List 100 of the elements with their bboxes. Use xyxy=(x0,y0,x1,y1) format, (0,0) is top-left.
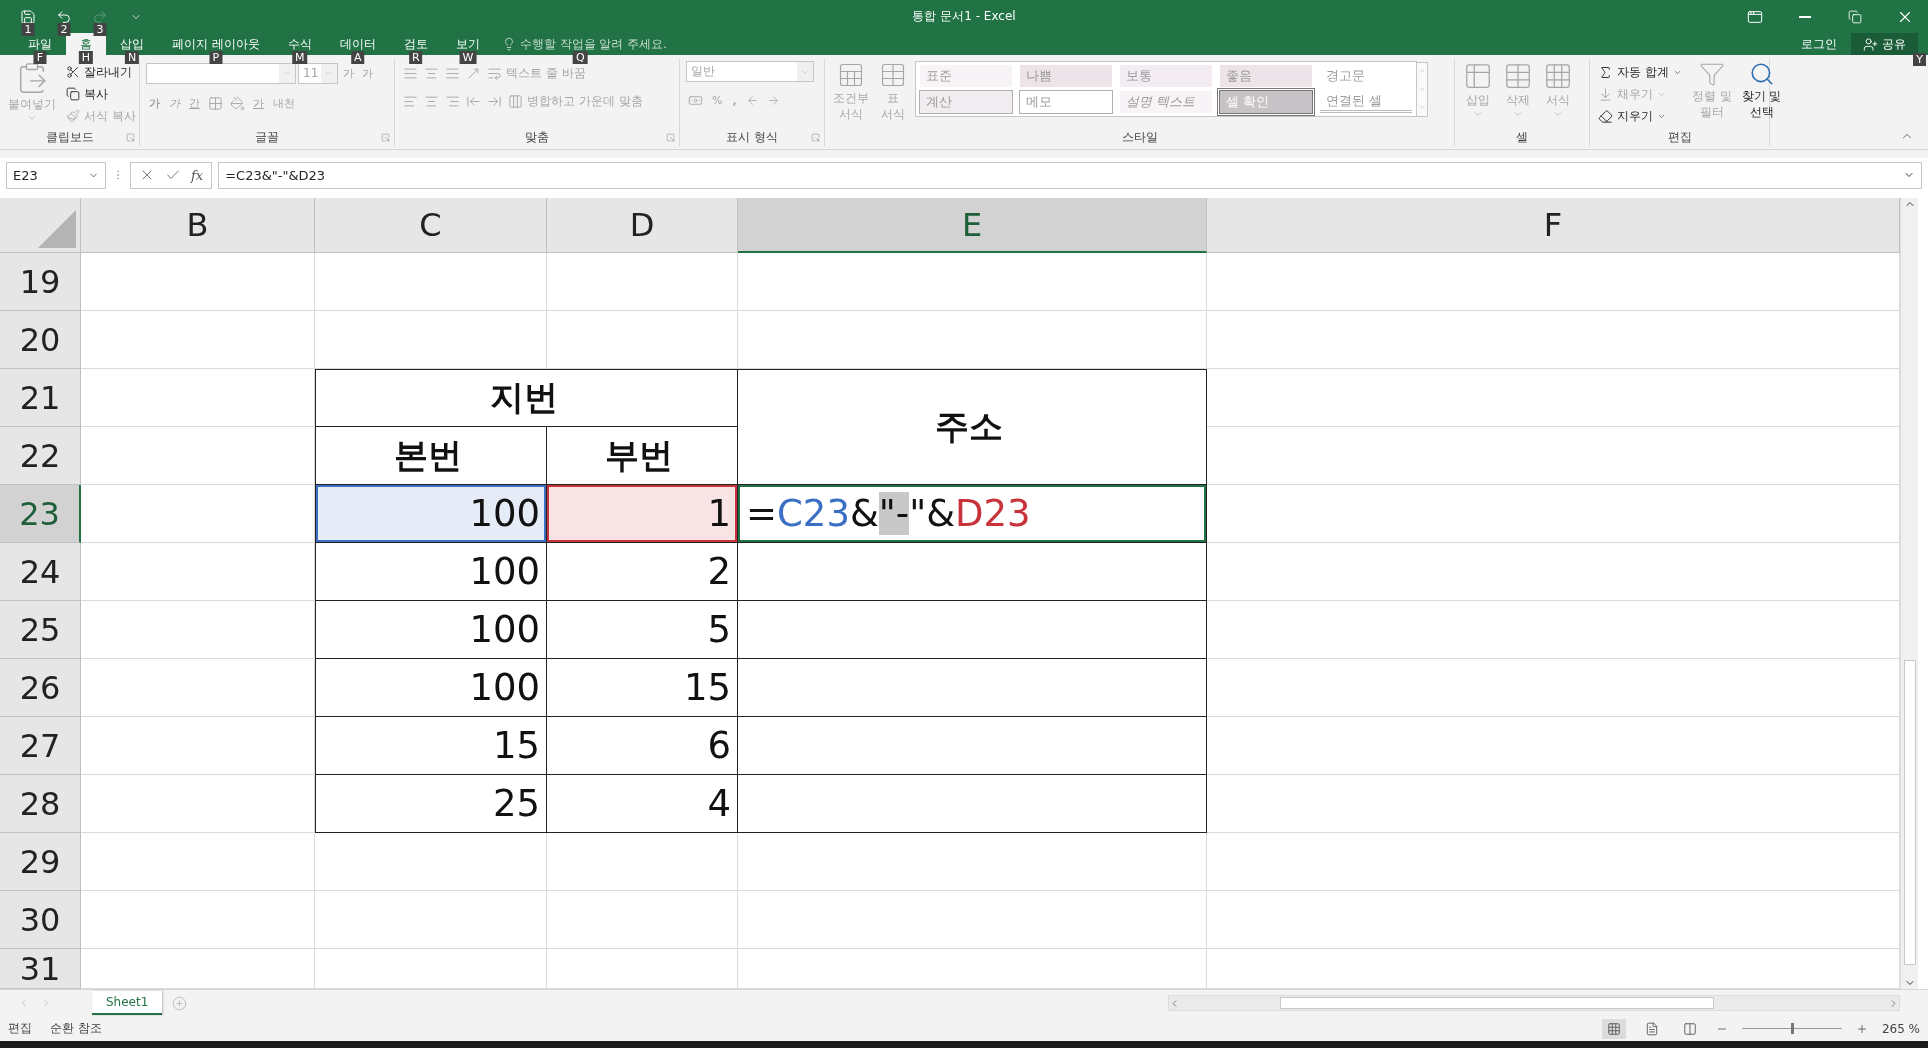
sigma-icon xyxy=(1598,64,1613,80)
dialog-launcher-icon xyxy=(381,133,390,142)
vertical-scrollbar[interactable] xyxy=(1900,198,1918,989)
group-label: 맞춤 xyxy=(525,128,549,146)
caret-icon xyxy=(1553,109,1563,119)
table-cell: 100 xyxy=(315,543,547,601)
name-box[interactable]: E23 xyxy=(6,161,106,189)
scrollbar-thumb[interactable] xyxy=(1280,997,1714,1009)
table-cell: 2 xyxy=(547,543,738,601)
row-header[interactable]: 19 xyxy=(0,253,81,311)
column-header[interactable]: C xyxy=(315,198,547,253)
formula-field[interactable]: =C23&"-"&D23 xyxy=(218,161,1922,189)
table-header: 부번 xyxy=(547,427,738,485)
table-cell: 4 xyxy=(547,775,738,833)
window-icon xyxy=(1747,8,1763,25)
table-icon xyxy=(837,61,865,89)
clipboard-button[interactable]: 잘라내기 xyxy=(64,61,138,83)
login-link[interactable]: 로그인 xyxy=(1787,33,1851,55)
select-all-button[interactable] xyxy=(0,198,81,253)
row-header[interactable]: 28 xyxy=(0,775,81,833)
cell-style[interactable]: 메모 xyxy=(1020,91,1112,113)
row-header[interactable]: 31 xyxy=(0,949,81,989)
dialog-launcher-icon xyxy=(666,133,675,142)
zoom-level[interactable]: 265 % xyxy=(1881,1021,1920,1036)
table-cell: 100 xyxy=(315,659,547,717)
table-header: 지번 xyxy=(315,369,738,427)
table-cell: 5 xyxy=(547,601,738,659)
table-cell: 15 xyxy=(315,717,547,775)
restore-icon xyxy=(1848,9,1862,24)
insert-function-button[interactable]: fx xyxy=(191,167,204,183)
editing-cell[interactable]: =C23&"-"&D23 xyxy=(738,485,1207,543)
caret-icon xyxy=(282,68,292,78)
caret-icon xyxy=(324,68,334,78)
row-header[interactable]: 25 xyxy=(0,601,81,659)
grid-icon xyxy=(208,95,223,111)
editing-button[interactable]: 지우기 xyxy=(1596,105,1684,127)
sheet-tab[interactable]: Sheet1 xyxy=(92,991,163,1015)
key-tip: W xyxy=(459,51,477,64)
user-plus-icon xyxy=(1863,36,1878,52)
group-label: 편집 xyxy=(1667,128,1692,146)
key-tip: M xyxy=(292,51,308,64)
dialog-launcher-icon xyxy=(811,133,820,142)
align-left-icon xyxy=(403,93,418,109)
font-name-field[interactable] xyxy=(146,62,296,84)
row-header[interactable]: 24 xyxy=(0,543,81,601)
scrollbar-thumb[interactable] xyxy=(1903,660,1916,965)
gallery-scroll[interactable] xyxy=(1417,61,1428,117)
column-header[interactable]: E xyxy=(738,198,1207,253)
arrow-left-icon xyxy=(745,93,759,107)
share-button[interactable]: 공유 xyxy=(1851,33,1918,55)
row-header[interactable]: 22 xyxy=(0,427,81,485)
grid-icon xyxy=(1606,1021,1621,1036)
lines-icon xyxy=(424,65,439,81)
window-title: 통합 문서1 - Excel xyxy=(912,8,1016,25)
key-tip: 2 xyxy=(57,22,71,36)
row-header[interactable]: 20 xyxy=(0,311,81,369)
row-header[interactable]: 21 xyxy=(0,369,81,427)
key-tip: H xyxy=(78,51,94,64)
group-label: 클립보드 xyxy=(45,128,94,146)
row-header[interactable]: 27 xyxy=(0,717,81,775)
new-sheet-icon[interactable] xyxy=(172,995,188,1011)
wrap-text-icon xyxy=(487,65,502,81)
column-header[interactable]: B xyxy=(81,198,315,253)
table-cell: 100 xyxy=(315,485,547,543)
fill-down-icon xyxy=(1598,86,1613,102)
filter-icon xyxy=(1698,61,1725,87)
merge-icon xyxy=(508,93,523,109)
insert-cells-icon xyxy=(1463,61,1493,91)
scissors-icon xyxy=(66,65,80,79)
zoom-in-icon[interactable] xyxy=(1855,1022,1868,1035)
horizontal-scrollbar[interactable] xyxy=(1168,995,1900,1011)
page-icon xyxy=(1644,1021,1659,1036)
format-cells-icon xyxy=(1543,61,1573,91)
paint-bucket-icon xyxy=(230,95,245,111)
table-cell: 15 xyxy=(547,659,738,717)
delete-cells-icon xyxy=(1503,61,1533,91)
table-cell: 6 xyxy=(547,717,738,775)
row-header[interactable]: 29 xyxy=(0,833,81,891)
clipboard-button[interactable]: 복사 xyxy=(64,83,138,105)
paintbrush-icon xyxy=(66,109,80,123)
find-select-button[interactable]: 찾기 및 선택 xyxy=(1739,61,1784,119)
key-tip: R xyxy=(409,51,423,64)
normal-view-button[interactable] xyxy=(1601,1018,1626,1039)
column-header[interactable]: D xyxy=(547,198,738,253)
row-header[interactable]: 23 xyxy=(0,485,81,543)
table-cell: 100 xyxy=(315,601,547,659)
key-tip: Y xyxy=(1913,53,1926,66)
zoom-slider-thumb[interactable] xyxy=(1790,1023,1794,1034)
lines-icon xyxy=(445,65,460,81)
diagonal-arrow-icon xyxy=(466,65,481,81)
column-header[interactable]: F xyxy=(1207,198,1900,253)
row-header[interactable]: 26 xyxy=(0,659,81,717)
align-center-icon xyxy=(424,93,439,109)
group-label: 표시 형식 xyxy=(726,128,778,146)
table-header: 본번 xyxy=(315,427,547,485)
editing-button[interactable]: 자동 합계 xyxy=(1596,61,1684,83)
dialog-launcher-icon xyxy=(126,133,135,142)
key-tip: 3 xyxy=(93,22,107,36)
columns-icon xyxy=(1682,1021,1697,1036)
row-header[interactable]: 30 xyxy=(0,891,81,949)
